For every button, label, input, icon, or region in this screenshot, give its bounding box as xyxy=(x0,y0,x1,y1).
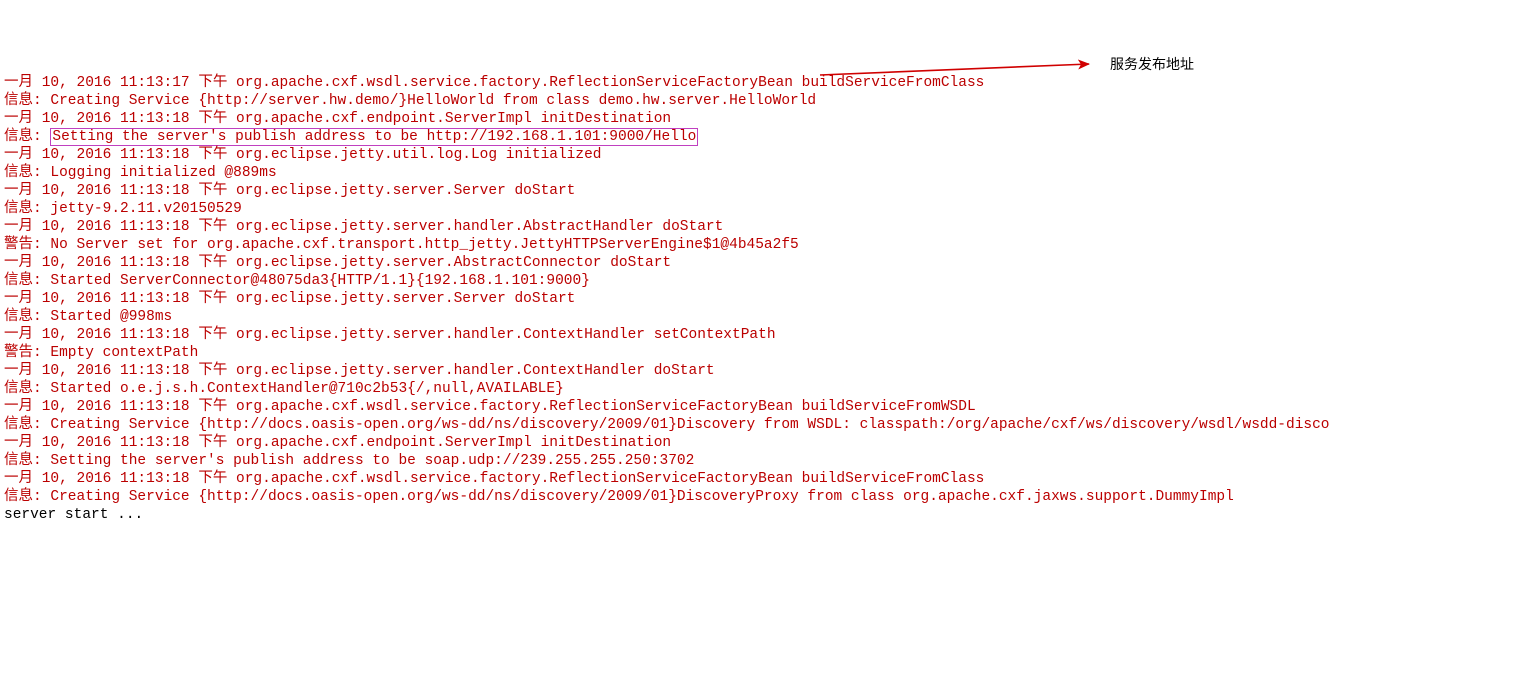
log-line: 一月 10, 2016 11:13:18 下午 org.eclipse.jett… xyxy=(4,363,715,379)
log-line: 一月 10, 2016 11:13:18 下午 org.apache.cxf.w… xyxy=(4,471,984,487)
log-line: 信息: Started @998ms xyxy=(4,309,172,325)
log-line: 信息: Started ServerConnector@48075da3{HTT… xyxy=(4,273,590,289)
log-line: 警告: No Server set for org.apache.cxf.tra… xyxy=(4,237,799,253)
log-line: 一月 10, 2016 11:13:18 下午 org.eclipse.jett… xyxy=(4,147,602,163)
log-line: 一月 10, 2016 11:13:18 下午 org.apache.cxf.e… xyxy=(4,111,671,127)
log-line: 信息: jetty-9.2.11.v20150529 xyxy=(4,201,242,217)
log-line: 信息: Creating Service {http://docs.oasis-… xyxy=(4,489,1234,505)
log-line: 一月 10, 2016 11:13:18 下午 org.eclipse.jett… xyxy=(4,255,671,271)
log-line: 信息: Creating Service {http://server.hw.d… xyxy=(4,93,816,109)
console-output: 一月 10, 2016 11:13:17 下午 org.apache.cxf.w… xyxy=(4,74,1524,524)
log-line: 信息: Creating Service {http://docs.oasis-… xyxy=(4,417,1330,433)
log-line: 一月 10, 2016 11:13:18 下午 org.eclipse.jett… xyxy=(4,219,723,235)
publish-address-highlight: Setting the server's publish address to … xyxy=(50,128,698,146)
log-line: 信息: Setting the server's publish address… xyxy=(4,128,698,146)
log-line: 一月 10, 2016 11:13:17 下午 org.apache.cxf.w… xyxy=(4,75,984,91)
log-line: 信息: Logging initialized @889ms xyxy=(4,165,277,181)
log-line: 警告: Empty contextPath xyxy=(4,345,198,361)
log-line: 一月 10, 2016 11:13:18 下午 org.eclipse.jett… xyxy=(4,183,575,199)
log-line: 一月 10, 2016 11:13:18 下午 org.apache.cxf.e… xyxy=(4,435,671,451)
log-line: 一月 10, 2016 11:13:18 下午 org.eclipse.jett… xyxy=(4,327,776,343)
log-line: 一月 10, 2016 11:13:18 下午 org.apache.cxf.w… xyxy=(4,399,976,415)
log-line: 信息: Started o.e.j.s.h.ContextHandler@710… xyxy=(4,381,564,397)
log-line: 信息: Setting the server's publish address… xyxy=(4,453,694,469)
log-line: 一月 10, 2016 11:13:18 下午 org.eclipse.jett… xyxy=(4,291,575,307)
annotation-label: 服务发布地址 xyxy=(1110,55,1194,73)
log-line: server start ... xyxy=(4,507,143,523)
